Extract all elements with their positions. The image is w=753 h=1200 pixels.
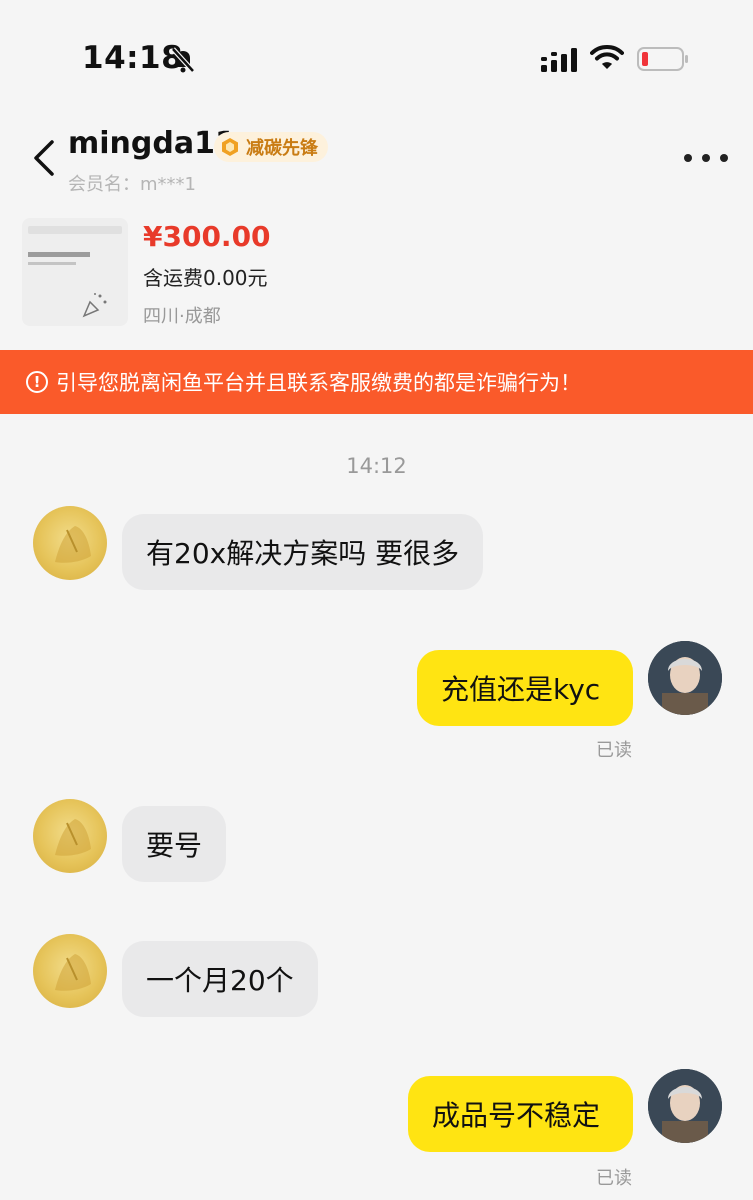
- more-options-icon[interactable]: [684, 150, 728, 166]
- product-thumb-heading: [28, 252, 90, 257]
- seller-name: mingda11: [68, 126, 236, 161]
- member-label: 会员名：: [68, 174, 140, 195]
- product-thumbnail[interactable]: [22, 218, 128, 326]
- seller-avatar[interactable]: [33, 506, 107, 580]
- status-bar: 14:18: [0, 0, 753, 110]
- outgoing-message[interactable]: 成品号不稳定: [408, 1076, 633, 1152]
- product-location: 四川·成都: [143, 306, 221, 327]
- signal-icon: [541, 48, 577, 72]
- chat-timestamp: 14:12: [346, 454, 407, 478]
- battery-low-icon: [637, 47, 688, 71]
- wifi-icon: [590, 45, 624, 69]
- back-icon[interactable]: [28, 138, 62, 178]
- fraud-warning-text: 引导您脱离闲鱼平台并且联系客服缴费的都是诈骗行为！: [56, 371, 581, 395]
- read-status: 已读: [596, 740, 632, 761]
- member-line: 会员名：m***1: [68, 170, 196, 196]
- member-value: m***1: [140, 174, 196, 195]
- outgoing-message[interactable]: 充值还是kyc: [417, 650, 633, 726]
- alert-circle-icon: !: [26, 371, 48, 393]
- party-popper-icon: [82, 293, 107, 318]
- my-avatar[interactable]: [648, 1069, 722, 1143]
- eco-badge-label: 减碳先锋: [246, 138, 318, 159]
- product-price: ¥300.00: [143, 220, 271, 253]
- product-shipping: 含运费0.00元: [143, 266, 268, 290]
- read-status: 已读: [596, 1168, 632, 1189]
- bell-off-icon: [171, 47, 195, 73]
- my-avatar[interactable]: [648, 641, 722, 715]
- incoming-message[interactable]: 要号: [122, 806, 227, 882]
- incoming-message[interactable]: 一个月20个: [122, 941, 318, 1017]
- incoming-message[interactable]: 有20x解决方案吗 要很多: [122, 514, 484, 590]
- seller-avatar[interactable]: [33, 799, 107, 873]
- seller-avatar[interactable]: [33, 934, 107, 1008]
- eco-badge: 减碳先锋: [214, 132, 328, 162]
- hexagon-badge-icon: [222, 138, 238, 156]
- fraud-warning-banner: ! 引导您脱离闲鱼平台并且联系客服缴费的都是诈骗行为！: [0, 350, 753, 414]
